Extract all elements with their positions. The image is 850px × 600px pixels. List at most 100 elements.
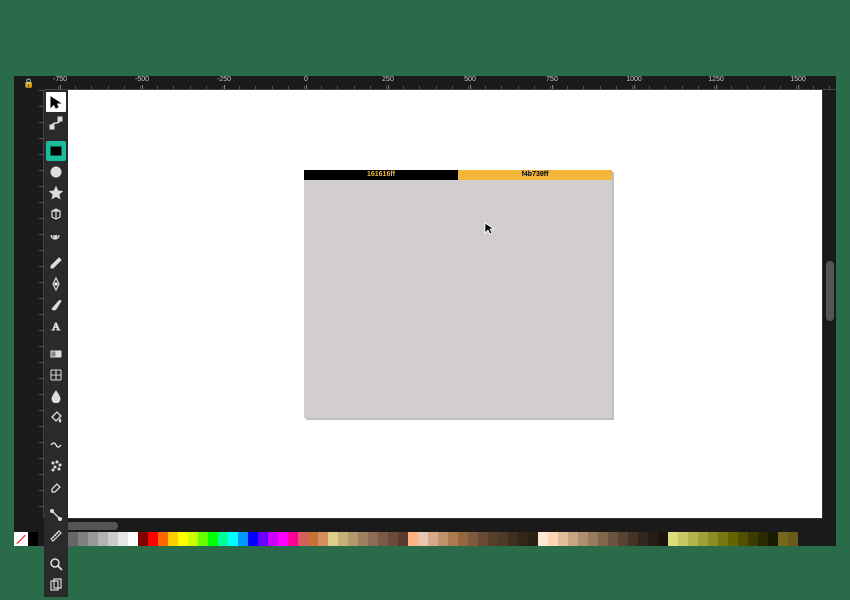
color-swatch[interactable] xyxy=(568,532,578,546)
color-swatch[interactable] xyxy=(108,532,118,546)
color-swatch[interactable] xyxy=(448,532,458,546)
color-swatch[interactable] xyxy=(748,532,758,546)
color-swatch[interactable] xyxy=(728,532,738,546)
color-swatch[interactable] xyxy=(478,532,488,546)
color-swatch[interactable] xyxy=(508,532,518,546)
ellipse-tool[interactable] xyxy=(46,162,66,182)
color-swatch[interactable] xyxy=(378,532,388,546)
mesh-tool[interactable] xyxy=(46,365,66,385)
color-swatch[interactable] xyxy=(708,532,718,546)
spiral-tool[interactable] xyxy=(46,225,66,245)
color-swatch[interactable] xyxy=(328,532,338,546)
color-swatch[interactable] xyxy=(228,532,238,546)
color-swatch[interactable] xyxy=(538,532,548,546)
color-swatch[interactable] xyxy=(778,532,788,546)
color-swatch[interactable] xyxy=(668,532,678,546)
color-swatch[interactable] xyxy=(388,532,398,546)
dropper-tool[interactable] xyxy=(46,386,66,406)
color-swatch[interactable] xyxy=(588,532,598,546)
color-swatch[interactable] xyxy=(438,532,448,546)
color-swatch[interactable] xyxy=(318,532,328,546)
color-swatch[interactable] xyxy=(688,532,698,546)
color-swatch[interactable] xyxy=(468,532,478,546)
color-swatch[interactable] xyxy=(98,532,108,546)
color-swatch[interactable] xyxy=(528,532,538,546)
gradient-tool[interactable] xyxy=(46,344,66,364)
scrollbar-horizontal[interactable] xyxy=(44,518,822,532)
color-swatch[interactable] xyxy=(658,532,668,546)
color-swatch[interactable] xyxy=(88,532,98,546)
node-tool[interactable] xyxy=(46,113,66,133)
pencil-tool[interactable] xyxy=(46,253,66,273)
paintbucket-tool[interactable] xyxy=(46,407,66,427)
tweak-tool[interactable] xyxy=(46,435,66,455)
color-swatch[interactable] xyxy=(758,532,768,546)
color-swatch[interactable] xyxy=(298,532,308,546)
zoom-tool[interactable] xyxy=(46,554,66,574)
color-swatch[interactable] xyxy=(68,532,78,546)
eraser-tool[interactable] xyxy=(46,477,66,497)
color-swatch[interactable] xyxy=(128,532,138,546)
color-swatch[interactable] xyxy=(28,532,38,546)
canvas[interactable]: 161616ff f4b739ff xyxy=(44,90,836,518)
selector-tool[interactable] xyxy=(46,92,66,112)
color-swatch[interactable] xyxy=(138,532,148,546)
color-swatch[interactable] xyxy=(578,532,588,546)
color-swatch[interactable] xyxy=(218,532,228,546)
color-swatch[interactable] xyxy=(738,532,748,546)
color-swatch[interactable] xyxy=(618,532,628,546)
color-swatch[interactable] xyxy=(198,532,208,546)
connector-tool[interactable] xyxy=(46,505,66,525)
measure-tool[interactable] xyxy=(46,526,66,546)
color-swatch[interactable] xyxy=(458,532,468,546)
color-swatch[interactable] xyxy=(408,532,418,546)
color-swatch[interactable] xyxy=(648,532,658,546)
color-swatch[interactable] xyxy=(678,532,688,546)
color-swatch[interactable] xyxy=(358,532,368,546)
color-swatch[interactable] xyxy=(428,532,438,546)
color-swatch[interactable] xyxy=(338,532,348,546)
color-swatch[interactable] xyxy=(178,532,188,546)
star-tool[interactable] xyxy=(46,183,66,203)
color-swatch[interactable] xyxy=(698,532,708,546)
color-swatch[interactable] xyxy=(118,532,128,546)
color-swatch[interactable] xyxy=(548,532,558,546)
color-swatch[interactable] xyxy=(148,532,158,546)
color-swatch[interactable] xyxy=(278,532,288,546)
color-swatch[interactable] xyxy=(628,532,638,546)
color-swatch[interactable] xyxy=(518,532,528,546)
color-swatch[interactable] xyxy=(188,532,198,546)
color-swatch[interactable] xyxy=(768,532,778,546)
color-swatch[interactable] xyxy=(308,532,318,546)
scrollbar-vertical[interactable] xyxy=(822,90,836,518)
color-swatch[interactable] xyxy=(718,532,728,546)
rectangle-object[interactable]: 161616ff f4b739ff xyxy=(304,170,612,418)
text-tool[interactable]: A xyxy=(46,316,66,336)
rectangle-tool[interactable] xyxy=(46,141,66,161)
color-swatch[interactable] xyxy=(78,532,88,546)
color-swatch[interactable] xyxy=(158,532,168,546)
color-swatch[interactable] xyxy=(168,532,178,546)
calligraphy-tool[interactable] xyxy=(46,295,66,315)
color-swatch[interactable] xyxy=(348,532,358,546)
color-swatch-none[interactable] xyxy=(14,532,28,546)
color-swatch[interactable] xyxy=(258,532,268,546)
color-swatch[interactable] xyxy=(598,532,608,546)
color-swatch[interactable] xyxy=(368,532,378,546)
color-swatch[interactable] xyxy=(248,532,258,546)
scrollbar-vertical-thumb[interactable] xyxy=(826,261,834,321)
color-swatch[interactable] xyxy=(488,532,498,546)
canvas-viewport[interactable]: 161616ff f4b739ff xyxy=(44,90,836,518)
color-swatch[interactable] xyxy=(288,532,298,546)
ruler-lock-icon[interactable]: 🔒 xyxy=(14,76,44,90)
ruler-horizontal[interactable]: -750-500-25002505007501000125015001750 xyxy=(44,76,836,90)
color-swatch[interactable] xyxy=(638,532,648,546)
3dbox-tool[interactable] xyxy=(46,204,66,224)
color-swatch[interactable] xyxy=(238,532,248,546)
color-swatch[interactable] xyxy=(498,532,508,546)
color-swatch[interactable] xyxy=(788,532,798,546)
color-swatch[interactable] xyxy=(558,532,568,546)
bezier-tool[interactable] xyxy=(46,274,66,294)
color-swatch[interactable] xyxy=(268,532,278,546)
color-swatch[interactable] xyxy=(208,532,218,546)
